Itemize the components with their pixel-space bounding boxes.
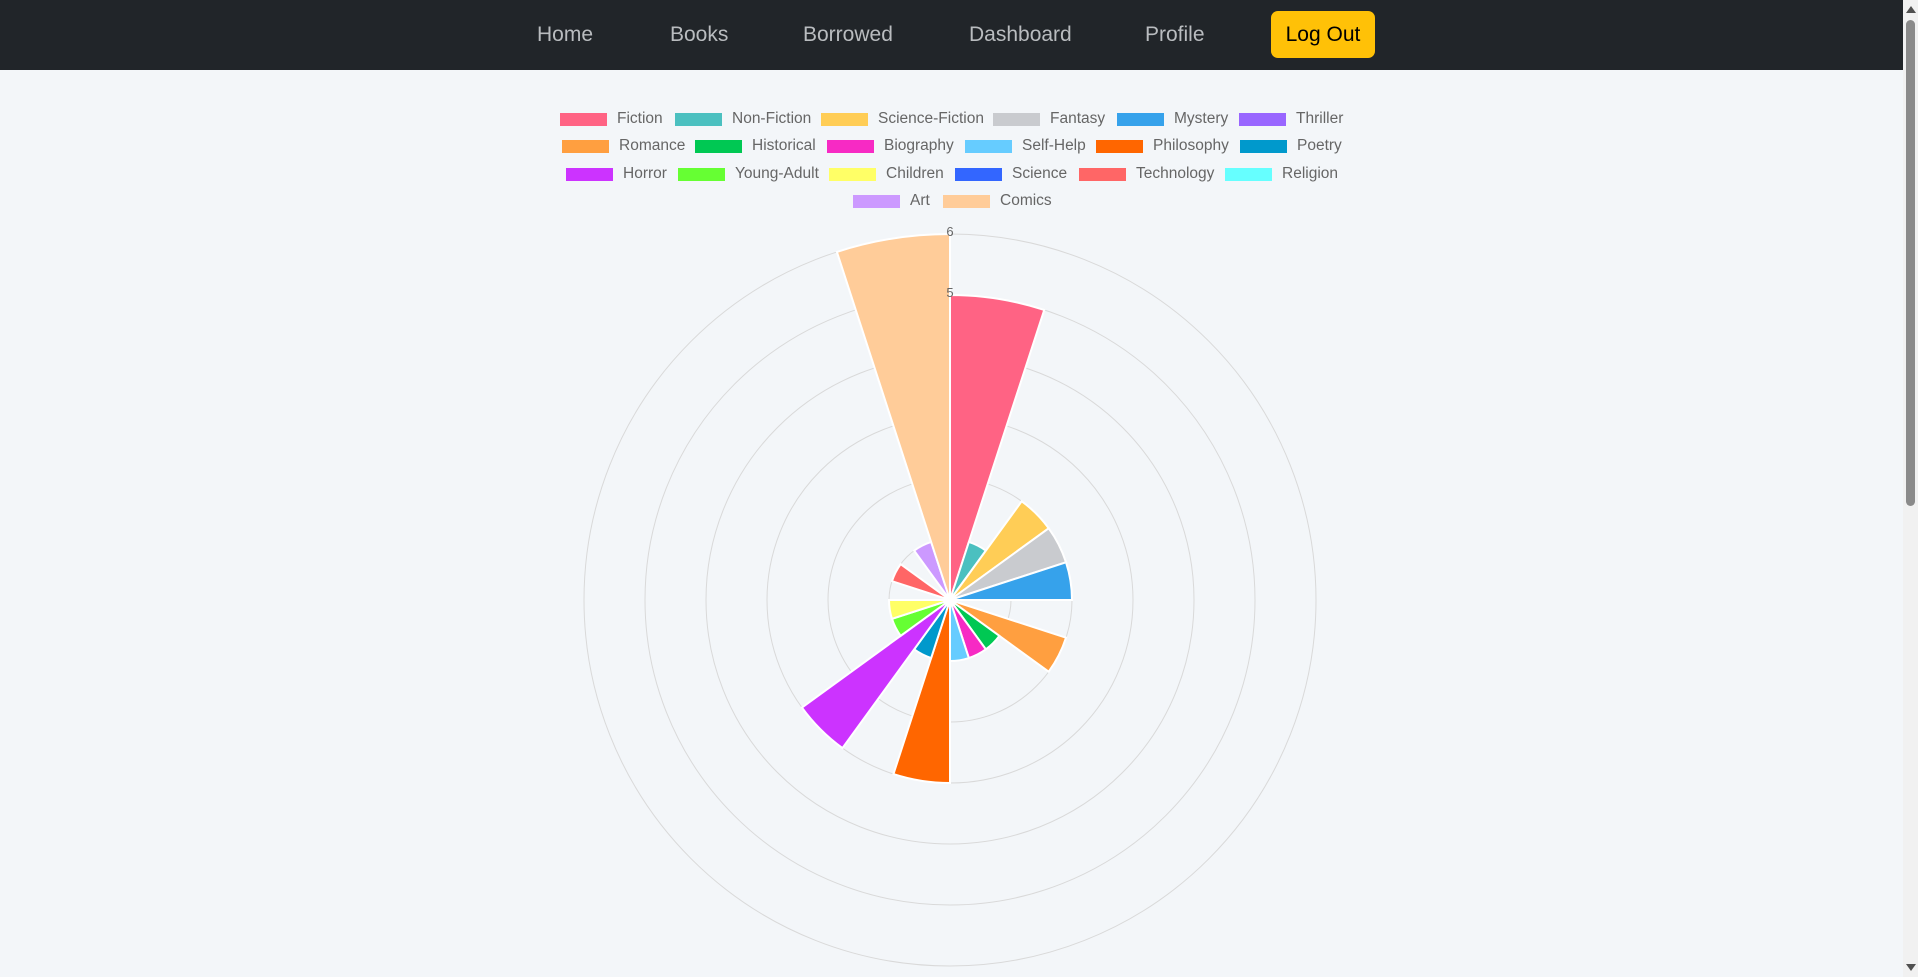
sector-comics[interactable]: [835, 232, 951, 601]
polar-area-chart: 6 5: [583, 224, 1317, 967]
scrollbar-thumb[interactable]: [1906, 20, 1915, 506]
r-tick-label: 6: [946, 224, 953, 239]
chart-sectors: [800, 232, 1074, 785]
r-tick-label: 5: [946, 285, 953, 300]
scroll-down-arrow-icon[interactable]: [1906, 964, 1916, 971]
vertical-scrollbar[interactable]: [1903, 0, 1918, 977]
scroll-up-arrow-icon[interactable]: [1906, 6, 1916, 13]
